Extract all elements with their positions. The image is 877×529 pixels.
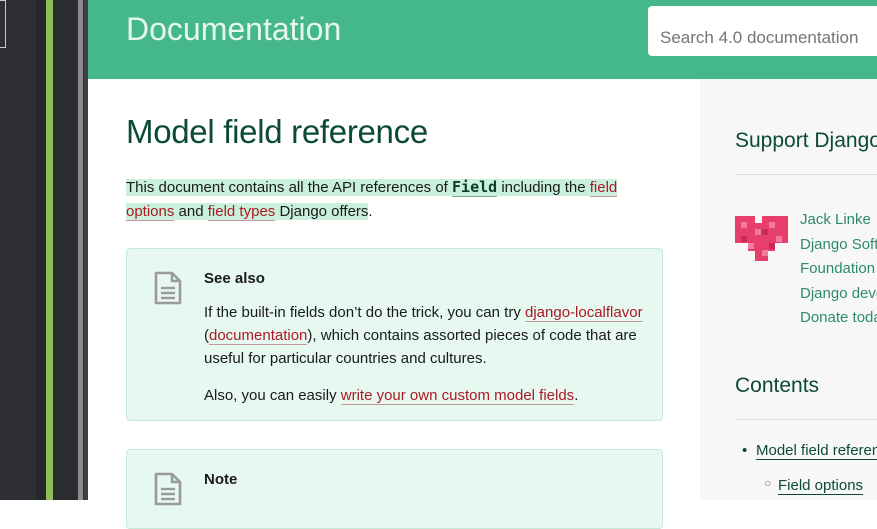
bullet-icon: •: [742, 442, 748, 459]
intro-text: .: [368, 203, 373, 220]
documentation-link[interactable]: documentation: [209, 327, 308, 345]
sponsor-link[interactable]: Foundation: [800, 257, 877, 282]
page-title[interactable]: Documentation: [126, 11, 341, 48]
heart-icon: [735, 216, 788, 261]
toc-link-field-options[interactable]: Field options: [778, 477, 864, 495]
divider: [735, 419, 877, 420]
sponsor-list: Jack Linke Django Soft Foundation Django…: [800, 208, 877, 331]
donate-link[interactable]: Donate toda: [800, 306, 877, 331]
django-localflavor-link[interactable]: django-localflavor: [525, 304, 643, 322]
paragraph-text: .: [574, 387, 579, 404]
paragraph-text: If the built-in fields don’t do the tric…: [204, 304, 525, 321]
admonition-paragraph: Also, you can easily write your own cust…: [204, 384, 644, 407]
editor-side-panel: [0, 0, 88, 500]
intro-text: including the: [497, 179, 590, 196]
sponsor-link[interactable]: Django Soft: [800, 233, 877, 258]
scrollbar[interactable]: [78, 0, 83, 500]
sponsor-link[interactable]: Jack Linke: [800, 208, 877, 233]
intro-text: and: [174, 203, 208, 220]
panel-frame: [0, 0, 6, 48]
admonition-paragraph: If the built-in fields don’t do the tric…: [204, 301, 644, 370]
toc-link-model-field-reference[interactable]: Model field reference: [756, 442, 877, 460]
search-input[interactable]: [648, 6, 877, 56]
divider: [735, 174, 877, 175]
support-django-heading: Support Django: [735, 129, 877, 152]
note-admonition: Note: [126, 449, 663, 529]
circle-bullet-icon: ○: [764, 476, 772, 490]
intro-paragraph: This document contains all the API refer…: [126, 175, 631, 224]
intro-text: This document contains all the API refer…: [126, 179, 453, 196]
site-header: Documentation: [88, 0, 877, 79]
intro-text: Django offers: [275, 203, 369, 220]
document-icon: [154, 472, 182, 506]
sidebar: Support Django Jack Linke Django Soft Fo…: [700, 79, 877, 500]
document-icon: [154, 271, 182, 305]
field-types-link[interactable]: field types: [207, 203, 276, 221]
gutter: [53, 0, 76, 500]
article-heading: Model field reference: [126, 113, 428, 150]
sponsor-link[interactable]: Django deve: [800, 282, 877, 307]
admonition-title: Note: [204, 471, 238, 488]
panel-divider: [36, 0, 46, 500]
admonition-title: See also: [204, 270, 265, 287]
paragraph-text: Also, you can easily: [204, 387, 341, 404]
change-indicator-bar: [46, 0, 53, 500]
contents-heading: Contents: [735, 374, 820, 397]
field-code-link[interactable]: Field: [452, 178, 498, 197]
see-also-admonition: See also If the built-in fields don’t do…: [126, 248, 663, 421]
custom-model-fields-link[interactable]: write your own custom model fields: [340, 387, 575, 405]
main-content: Model field reference This document cont…: [88, 79, 700, 529]
